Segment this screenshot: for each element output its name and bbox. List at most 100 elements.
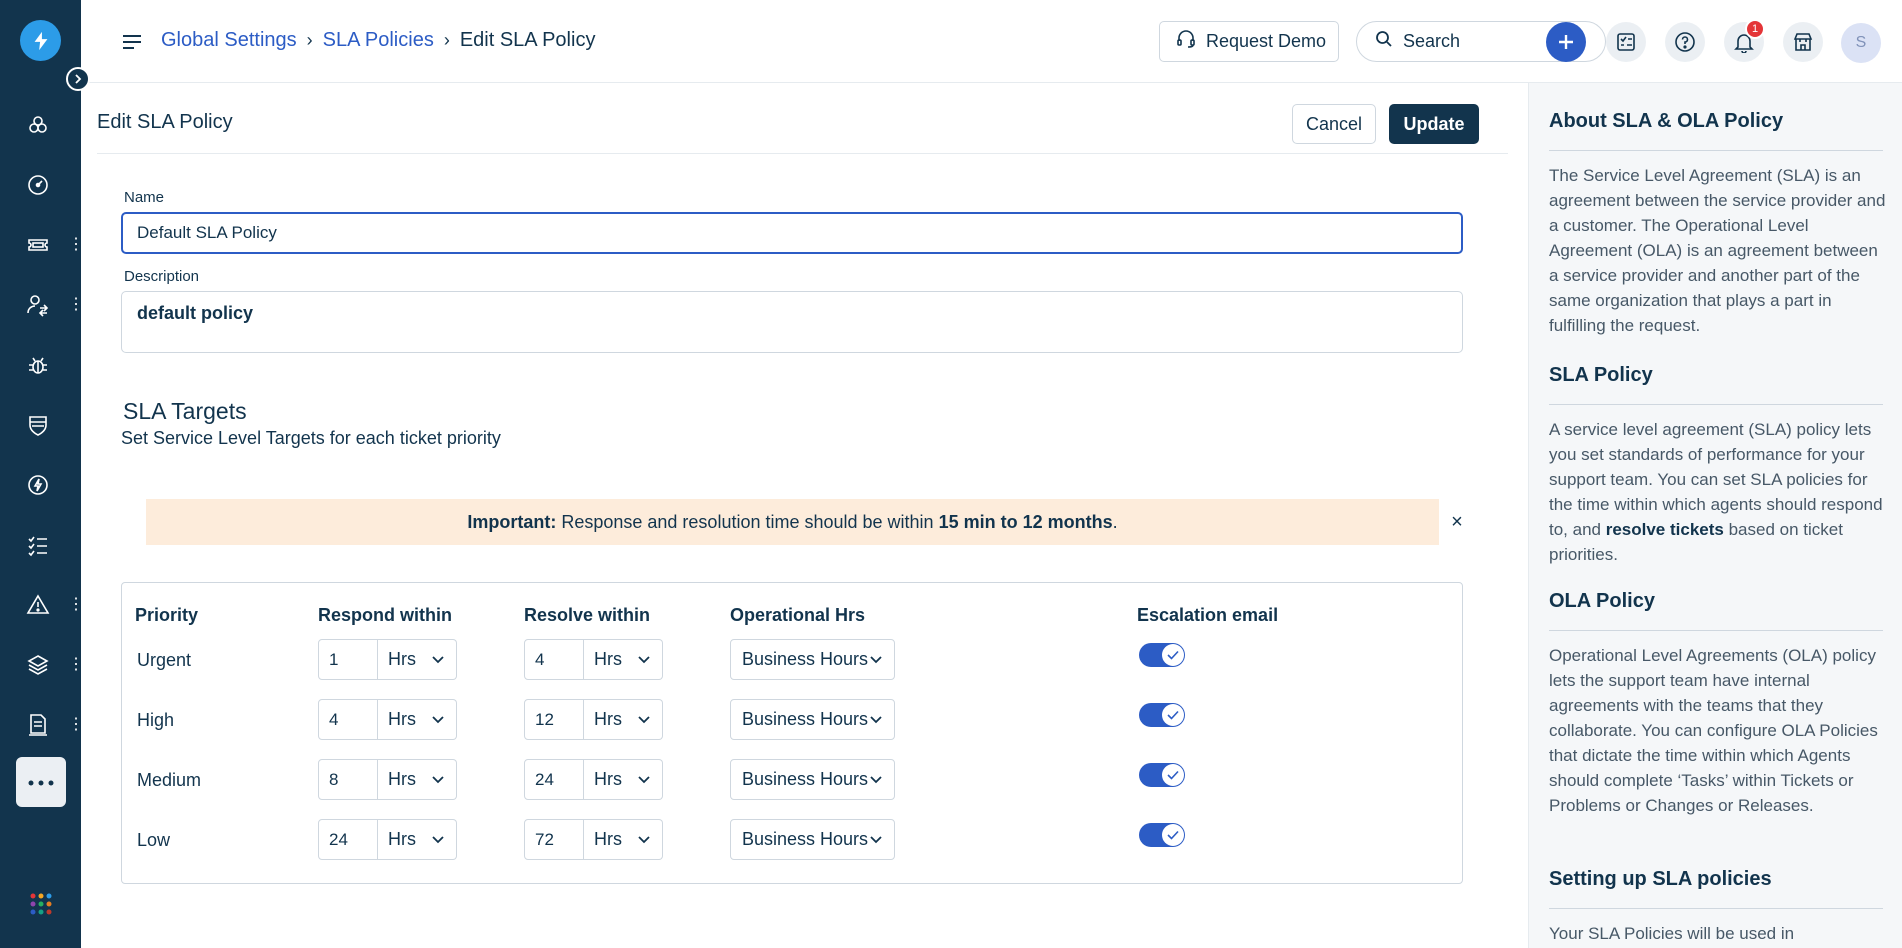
main-content: Edit SLA Policy Cancel Update Name Defau… xyxy=(81,83,1528,948)
alert-text: Response and resolution time should be w… xyxy=(556,511,939,532)
resolve-unit-select[interactable]: Hrs xyxy=(584,699,663,740)
freshservice-logo-icon[interactable] xyxy=(20,20,61,61)
close-icon[interactable]: × xyxy=(1447,511,1467,533)
notification-badge: 1 xyxy=(1745,19,1765,39)
sidebar-item-dashboard[interactable] xyxy=(0,165,81,205)
respond-unit-select[interactable]: Hrs xyxy=(378,759,457,800)
sidebar-item-problems[interactable] xyxy=(0,345,81,385)
respond-within-input[interactable]: 24 xyxy=(318,819,378,860)
resolve-unit-select[interactable]: Hrs xyxy=(584,639,663,680)
marketplace-button[interactable] xyxy=(1783,22,1823,62)
sidebar-item-releases[interactable] xyxy=(0,465,81,505)
more-dots-icon xyxy=(28,773,54,791)
help-setup-title: Setting up SLA policies xyxy=(1549,868,1772,890)
sidebar-item-more-icon[interactable]: ⋮ xyxy=(68,235,84,255)
search-placeholder: Search xyxy=(1403,31,1461,51)
resolve-unit-select[interactable]: Hrs xyxy=(584,819,663,860)
more-modules-button[interactable] xyxy=(16,757,66,807)
divider xyxy=(1549,404,1883,405)
page-title: Edit SLA Policy xyxy=(97,111,233,133)
escalation-email-toggle[interactable] xyxy=(1139,703,1185,727)
description-label: Description xyxy=(124,268,200,285)
sidebar-item-more-icon[interactable]: ⋮ xyxy=(68,655,84,675)
sidebar-item-tickets[interactable]: ⋮ xyxy=(0,225,84,265)
user-switch-icon xyxy=(26,293,50,317)
page-header: Edit SLA Policy Cancel Update xyxy=(97,83,1508,154)
sidebar-item-tasks[interactable] xyxy=(0,525,81,565)
ticket-icon xyxy=(26,233,50,257)
headset-icon xyxy=(1176,29,1196,54)
name-field[interactable]: Default SLA Policy xyxy=(121,212,1463,254)
escalation-email-toggle[interactable] xyxy=(1139,763,1185,787)
user-avatar[interactable]: S xyxy=(1841,23,1881,63)
resolve-unit-value: Hrs xyxy=(594,709,622,729)
request-demo-button[interactable]: Request Demo xyxy=(1159,21,1339,62)
breadcrumb-sla-policies[interactable]: SLA Policies xyxy=(323,29,434,52)
chevron-down-icon xyxy=(432,775,444,783)
help-button[interactable] xyxy=(1665,22,1705,62)
sidebar-item-assets[interactable]: ⋮ xyxy=(0,645,84,685)
help-ola-text: Operational Level Agreements (OLA) polic… xyxy=(1549,646,1878,815)
respond-within-input[interactable]: 1 xyxy=(318,639,378,680)
breadcrumb-global-settings[interactable]: Global Settings xyxy=(161,29,297,52)
alert-range: 15 min to 12 months xyxy=(938,511,1113,532)
operational-hours-select[interactable]: Business Hours xyxy=(730,699,895,740)
sidebar-item-apps-cluster[interactable] xyxy=(0,105,81,145)
catalog-icon xyxy=(1617,33,1635,51)
store-icon xyxy=(1793,33,1813,51)
update-button[interactable]: Update xyxy=(1389,104,1479,144)
sidebar-item-reports[interactable]: ⋮ xyxy=(0,705,84,745)
description-field[interactable]: default policy xyxy=(121,291,1463,353)
operational-hours-value: Business Hours xyxy=(742,649,869,669)
check-icon xyxy=(1167,770,1179,780)
operational-hours-select[interactable]: Business Hours xyxy=(730,819,895,860)
apps-grid-icon[interactable] xyxy=(30,893,52,915)
sidebar-item-more-icon[interactable]: ⋮ xyxy=(68,595,84,615)
name-field-value: Default SLA Policy xyxy=(137,223,277,242)
priority-low: Low xyxy=(137,830,171,850)
respond-within-input[interactable]: 4 xyxy=(318,699,378,740)
resolve-unit-value: Hrs xyxy=(594,769,622,789)
service-catalog-button[interactable] xyxy=(1606,22,1646,62)
column-resolve-within: Resolve within xyxy=(524,605,651,625)
escalation-email-toggle[interactable] xyxy=(1139,823,1185,847)
respond-unit-select[interactable]: Hrs xyxy=(378,639,457,680)
escalation-email-toggle[interactable] xyxy=(1139,643,1185,667)
bug-icon xyxy=(26,353,50,377)
chevron-down-icon xyxy=(870,715,882,723)
alert-suffix: . xyxy=(1112,511,1118,532)
sidebar-expand-button[interactable] xyxy=(66,67,90,91)
chevron-down-icon xyxy=(638,715,650,723)
sidebar-item-more-icon[interactable]: ⋮ xyxy=(68,295,84,315)
important-alert: Important: Response and resolution time … xyxy=(146,499,1463,545)
help-ola-title: OLA Policy xyxy=(1549,590,1655,612)
divider xyxy=(1549,630,1883,631)
plus-icon xyxy=(1559,35,1573,49)
alert-triangle-icon xyxy=(26,593,50,617)
operational-hours-select[interactable]: Business Hours xyxy=(730,639,895,680)
operational-hours-select[interactable]: Business Hours xyxy=(730,759,895,800)
new-item-button[interactable] xyxy=(1546,22,1586,62)
help-sla-text-bold: resolve tickets xyxy=(1605,520,1724,539)
resolve-unit-select[interactable]: Hrs xyxy=(584,759,663,800)
resolve-within-input[interactable]: 12 xyxy=(524,699,584,740)
sidebar-item-changes[interactable] xyxy=(0,405,81,445)
check-icon xyxy=(1167,650,1179,660)
name-label: Name xyxy=(124,189,165,206)
sidebar-item-users[interactable]: ⋮ xyxy=(0,285,84,325)
menu-toggle-icon[interactable] xyxy=(121,31,143,53)
cancel-button[interactable]: Cancel xyxy=(1292,104,1376,144)
search-icon xyxy=(1375,30,1393,53)
resolve-within-input[interactable]: 24 xyxy=(524,759,584,800)
resolve-within-input[interactable]: 72 xyxy=(524,819,584,860)
divider xyxy=(1549,150,1883,151)
shield-icon xyxy=(26,413,50,437)
respond-unit-select[interactable]: Hrs xyxy=(378,819,457,860)
priority-high: High xyxy=(137,710,175,730)
sidebar-item-more-icon[interactable]: ⋮ xyxy=(68,715,84,735)
sidebar-item-alerts[interactable]: ⋮ xyxy=(0,585,84,625)
priority-medium: Medium xyxy=(137,770,202,790)
resolve-within-input[interactable]: 4 xyxy=(524,639,584,680)
respond-unit-select[interactable]: Hrs xyxy=(378,699,457,740)
respond-within-input[interactable]: 8 xyxy=(318,759,378,800)
